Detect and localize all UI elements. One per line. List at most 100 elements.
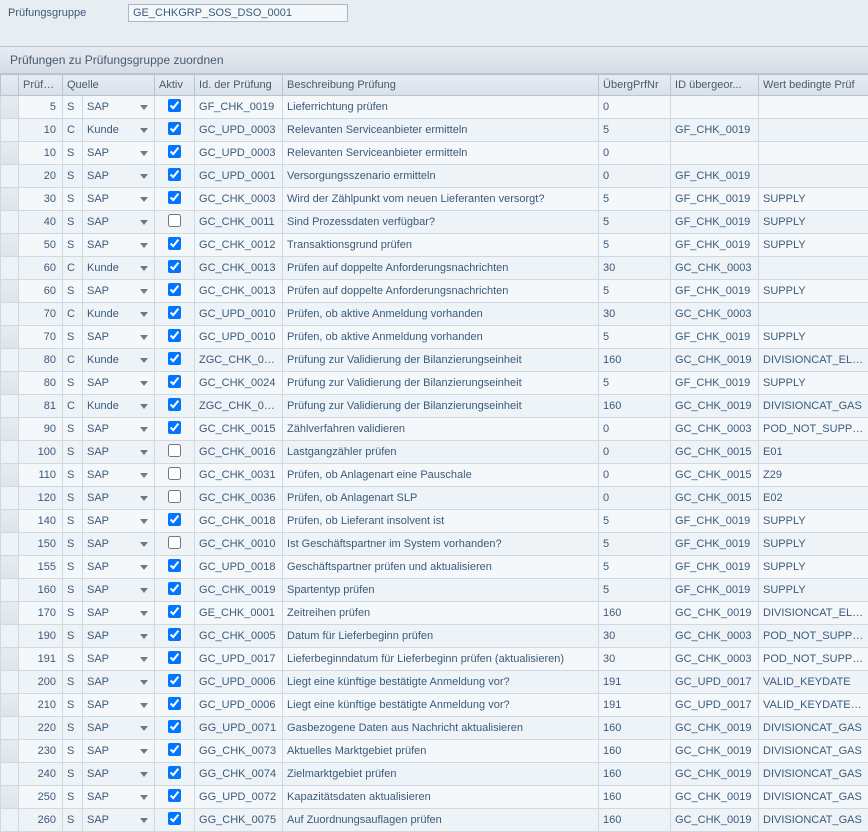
cell-uebergprfnr[interactable]: 30 xyxy=(599,625,671,648)
cell-quelle[interactable]: SAP xyxy=(83,625,155,648)
cell-prufn[interactable]: 30 xyxy=(19,188,63,211)
chevron-down-icon[interactable] xyxy=(140,289,148,294)
cell-prufn[interactable]: 90 xyxy=(19,418,63,441)
cell-prufn[interactable]: 160 xyxy=(19,579,63,602)
cell-aktiv[interactable] xyxy=(155,602,195,625)
cell-quelle[interactable]: SAP xyxy=(83,556,155,579)
cell-id[interactable]: GG_CHK_0074 xyxy=(195,763,283,786)
chevron-down-icon[interactable] xyxy=(140,381,148,386)
cell-quelle[interactable]: SAP xyxy=(83,602,155,625)
cell-uebergprfnr[interactable]: 5 xyxy=(599,556,671,579)
table-row[interactable]: 10SSAPGC_UPD_0003Relevanten Serviceanbie… xyxy=(1,142,868,165)
chevron-down-icon[interactable] xyxy=(140,312,148,317)
cell-id-uebergeordnet[interactable]: GC_CHK_0019 xyxy=(671,395,759,418)
cell-prufn[interactable]: 100 xyxy=(19,441,63,464)
cell-id[interactable]: ZGC_CHK_0024 xyxy=(195,395,283,418)
cell-prufn[interactable]: 50 xyxy=(19,234,63,257)
cell-quelle-key[interactable]: S xyxy=(63,441,83,464)
table-row[interactable]: 210SSAPGC_UPD_0006Liegt eine künftige be… xyxy=(1,694,868,717)
chevron-down-icon[interactable] xyxy=(140,266,148,271)
cell-wert[interactable] xyxy=(759,257,868,280)
cell-prufn[interactable]: 5 xyxy=(19,96,63,119)
table-row[interactable]: 50SSAPGC_CHK_0012Transaktionsgrund prüfe… xyxy=(1,234,868,257)
cell-id-uebergeordnet[interactable] xyxy=(671,142,759,165)
cell-beschreibung[interactable]: Prüfen, ob Anlagenart eine Pauschale xyxy=(283,464,599,487)
cell-prufn[interactable]: 80 xyxy=(19,372,63,395)
cell-aktiv[interactable] xyxy=(155,487,195,510)
col-wert[interactable]: Wert bedingte Prüf xyxy=(759,75,868,96)
cell-aktiv[interactable] xyxy=(155,441,195,464)
aktiv-checkbox[interactable] xyxy=(168,283,181,296)
cell-id[interactable]: GC_CHK_0016 xyxy=(195,441,283,464)
cell-wert[interactable]: DIVISIONCAT_GAS xyxy=(759,786,868,809)
cell-quelle[interactable]: SAP xyxy=(83,165,155,188)
cell-id-uebergeordnet[interactable]: GC_UPD_0017 xyxy=(671,671,759,694)
aktiv-checkbox[interactable] xyxy=(168,122,181,135)
cell-beschreibung[interactable]: Prüfen, ob aktive Anmeldung vorhanden xyxy=(283,303,599,326)
cell-quelle-key[interactable]: S xyxy=(63,372,83,395)
cell-id-uebergeordnet[interactable]: GC_CHK_0003 xyxy=(671,257,759,280)
cell-aktiv[interactable] xyxy=(155,418,195,441)
table-row[interactable]: 260SSAPGG_CHK_0075Auf Zuordnungsauflagen… xyxy=(1,809,868,832)
cell-beschreibung[interactable]: Versorgungsszenario ermitteln xyxy=(283,165,599,188)
cell-quelle[interactable]: SAP xyxy=(83,418,155,441)
cell-uebergprfnr[interactable]: 160 xyxy=(599,717,671,740)
cell-aktiv[interactable] xyxy=(155,234,195,257)
table-row[interactable]: 170SSAPGE_CHK_0001Zeitreihen prüfen160GC… xyxy=(1,602,868,625)
cell-quelle[interactable]: SAP xyxy=(83,648,155,671)
cell-id[interactable]: GC_UPD_0017 xyxy=(195,648,283,671)
cell-wert[interactable]: SUPPLY xyxy=(759,372,868,395)
cell-aktiv[interactable] xyxy=(155,694,195,717)
aktiv-checkbox[interactable] xyxy=(168,674,181,687)
chevron-down-icon[interactable] xyxy=(140,197,148,202)
aktiv-checkbox[interactable] xyxy=(168,467,181,480)
cell-beschreibung[interactable]: Prüfen, ob aktive Anmeldung vorhanden xyxy=(283,326,599,349)
cell-quelle[interactable]: Kunde xyxy=(83,119,155,142)
cell-quelle[interactable]: Kunde xyxy=(83,303,155,326)
table-row[interactable]: 60SSAPGC_CHK_0013Prüfen auf doppelte Anf… xyxy=(1,280,868,303)
cell-quelle-key[interactable]: S xyxy=(63,648,83,671)
cell-aktiv[interactable] xyxy=(155,579,195,602)
chevron-down-icon[interactable] xyxy=(140,128,148,133)
cell-quelle-key[interactable]: S xyxy=(63,96,83,119)
table-row[interactable]: 155SSAPGC_UPD_0018Geschäftspartner prüfe… xyxy=(1,556,868,579)
cell-wert[interactable]: DIVISIONCAT_ELEC xyxy=(759,602,868,625)
row-selector[interactable] xyxy=(1,671,19,694)
aktiv-checkbox[interactable] xyxy=(168,421,181,434)
cell-quelle[interactable]: SAP xyxy=(83,280,155,303)
chevron-down-icon[interactable] xyxy=(140,795,148,800)
table-row[interactable]: 40SSAPGC_CHK_0011Sind Prozessdaten verfü… xyxy=(1,211,868,234)
cell-quelle[interactable]: SAP xyxy=(83,510,155,533)
cell-beschreibung[interactable]: Zielmarktgebiet prüfen xyxy=(283,763,599,786)
table-row[interactable]: 220SSAPGG_UPD_0071Gasbezogene Daten aus … xyxy=(1,717,868,740)
cell-prufn[interactable]: 81 xyxy=(19,395,63,418)
aktiv-checkbox[interactable] xyxy=(168,306,181,319)
cell-id-uebergeordnet[interactable]: GC_CHK_0015 xyxy=(671,487,759,510)
cell-id[interactable]: GC_UPD_0006 xyxy=(195,671,283,694)
table-row[interactable]: 191SSAPGC_UPD_0017Lieferbeginndatum für … xyxy=(1,648,868,671)
row-selector[interactable] xyxy=(1,418,19,441)
table-row[interactable]: 230SSAPGG_CHK_0073Aktuelles Marktgebiet … xyxy=(1,740,868,763)
cell-id-uebergeordnet[interactable]: GF_CHK_0019 xyxy=(671,188,759,211)
chevron-down-icon[interactable] xyxy=(140,519,148,524)
cell-id-uebergeordnet[interactable]: GC_CHK_0015 xyxy=(671,441,759,464)
cell-id-uebergeordnet[interactable]: GC_CHK_0003 xyxy=(671,648,759,671)
cell-quelle-key[interactable]: S xyxy=(63,694,83,717)
cell-id-uebergeordnet[interactable]: GF_CHK_0019 xyxy=(671,165,759,188)
cell-beschreibung[interactable]: Spartentyp prüfen xyxy=(283,579,599,602)
chevron-down-icon[interactable] xyxy=(140,243,148,248)
cell-quelle-key[interactable]: S xyxy=(63,763,83,786)
cell-quelle-key[interactable]: S xyxy=(63,533,83,556)
table-row[interactable]: 20SSAPGC_UPD_0001Versorgungsszenario erm… xyxy=(1,165,868,188)
cell-aktiv[interactable] xyxy=(155,349,195,372)
cell-aktiv[interactable] xyxy=(155,556,195,579)
cell-aktiv[interactable] xyxy=(155,211,195,234)
cell-prufn[interactable]: 10 xyxy=(19,119,63,142)
cell-id[interactable]: GC_UPD_0010 xyxy=(195,326,283,349)
cell-id[interactable]: GC_CHK_0018 xyxy=(195,510,283,533)
cell-uebergprfnr[interactable]: 160 xyxy=(599,395,671,418)
row-selector[interactable] xyxy=(1,303,19,326)
cell-beschreibung[interactable]: Relevanten Serviceanbieter ermitteln xyxy=(283,142,599,165)
chevron-down-icon[interactable] xyxy=(140,358,148,363)
aktiv-checkbox[interactable] xyxy=(168,352,181,365)
